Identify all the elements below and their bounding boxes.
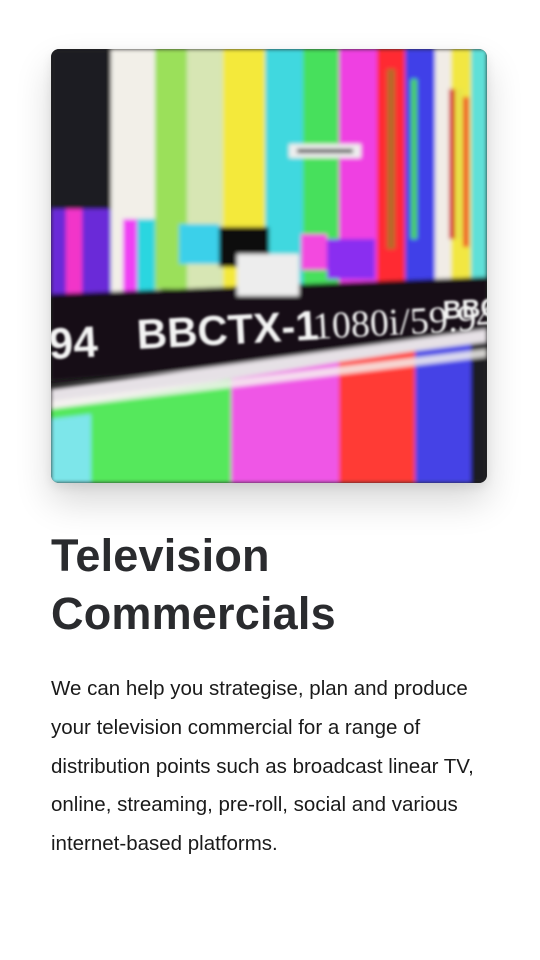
station-id-label: BBCTX-1 (136, 302, 320, 358)
tv-test-card-image: 94 BBCTX-1 1080i/59.94 BBCT (51, 49, 487, 483)
color-bars-illustration: 94 BBCTX-1 1080i/59.94 BBCT (51, 49, 487, 483)
service-title: Television Commercials (51, 530, 336, 639)
partial-left-label: 94 (51, 318, 99, 370)
partial-right-label: BBCT (442, 291, 487, 325)
service-description: We can help you strategise, plan and pro… (51, 677, 474, 856)
